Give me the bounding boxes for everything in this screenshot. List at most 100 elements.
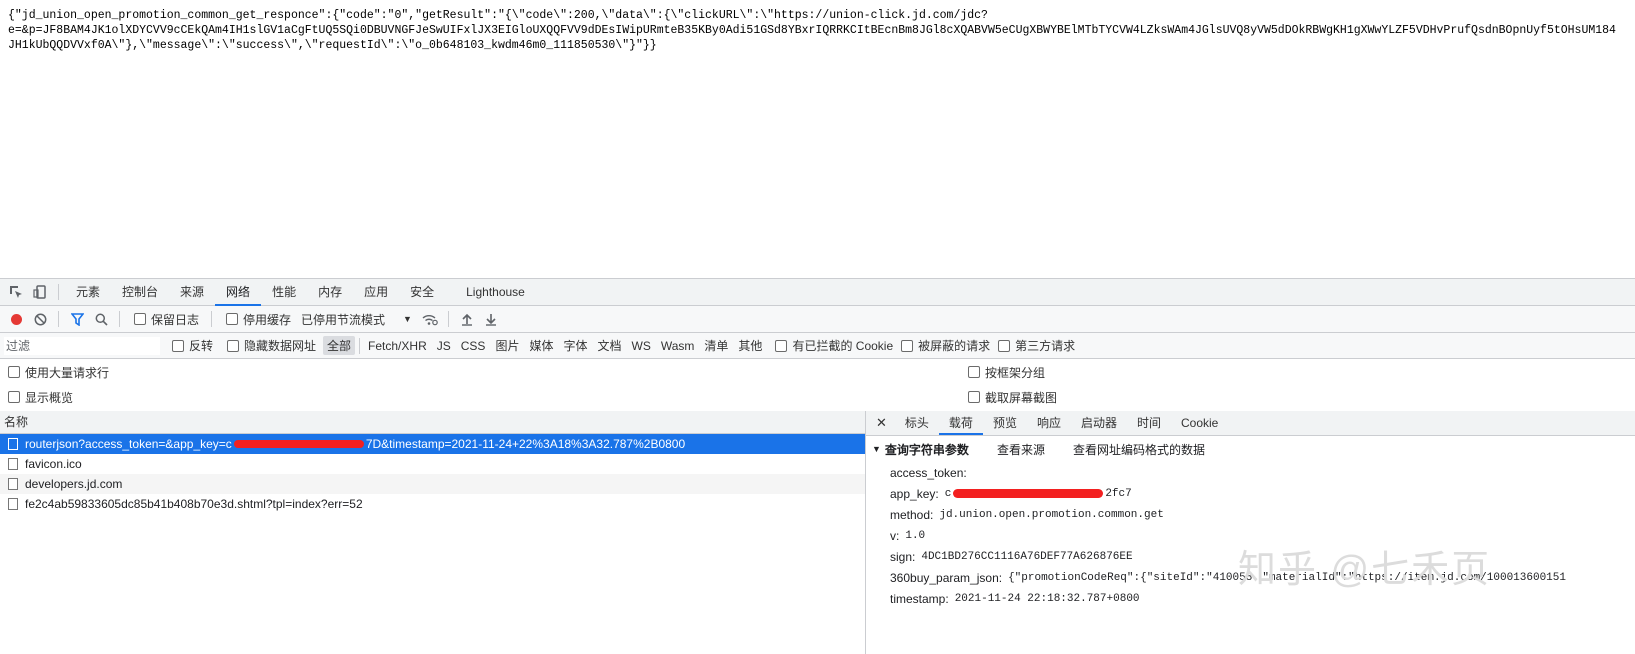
checkbox-box[interactable] (172, 339, 184, 352)
triangle-down-icon[interactable]: ▼ (872, 444, 881, 454)
group-by-frame-checkbox[interactable]: 按框架分组 (968, 364, 1045, 381)
tab-security[interactable]: 安全 (399, 279, 445, 306)
network-conditions-icon[interactable] (418, 307, 442, 331)
tab-preview[interactable]: 预览 (983, 411, 1027, 435)
type-filter-doc[interactable]: 文档 (593, 336, 625, 355)
type-filter-ws[interactable]: WS (628, 338, 655, 354)
checkbox-box[interactable] (227, 339, 240, 352)
type-filter-img[interactable]: 图片 (491, 336, 523, 355)
search-icon[interactable] (89, 307, 113, 331)
checkbox-box[interactable] (226, 313, 239, 325)
tab-initiator[interactable]: 启动器 (1071, 411, 1127, 435)
network-settings: 使用大量请求行 显示概览 按框架分组 截取屏幕截图 (0, 359, 1635, 412)
checkbox-box[interactable] (968, 391, 980, 403)
request-row-shtml[interactable]: fe2c4ab59833605dc85b41b408b70e3d.shtml?t… (0, 494, 865, 514)
third-party-checkbox[interactable]: 第三方请求 (998, 337, 1075, 354)
type-filter-js[interactable]: JS (433, 338, 455, 354)
third-party-label: 第三方请求 (1015, 339, 1076, 353)
filter-bar: 反转 隐藏数据网址 全部 Fetch/XHR JS CSS 图片 媒体 字体 文… (0, 333, 1635, 359)
section-title: 查询字符串参数 (884, 442, 969, 457)
checkbox-box[interactable] (901, 339, 914, 352)
checkbox-box[interactable] (968, 366, 980, 378)
invert-checkbox[interactable]: 反转 (172, 337, 213, 354)
blocked-cookies-checkbox[interactable]: 有已拦截的 Cookie (775, 337, 893, 354)
export-har-icon[interactable] (479, 307, 503, 331)
type-filter-fetch-xhr[interactable]: Fetch/XHR (364, 338, 431, 354)
toolbar-divider (58, 284, 59, 300)
query-params-header[interactable]: ▼ 查询字符串参数 查看来源 查看网址编码格式的数据 (866, 436, 1635, 462)
param-value-tail: 2fc7 (1105, 487, 1132, 500)
type-filter-all[interactable]: 全部 (323, 336, 356, 355)
view-source-button[interactable]: 查看来源 (997, 441, 1045, 458)
filter-input[interactable] (4, 336, 160, 355)
tab-sources[interactable]: 来源 (169, 279, 215, 306)
preserve-log-checkbox[interactable]: 保留日志 (134, 311, 199, 328)
tab-lighthouse[interactable]: Lighthouse (455, 279, 536, 306)
filter-icon[interactable] (65, 307, 89, 331)
param-value: {"promotionCodeReq":{"siteId":"410058 (1008, 571, 1253, 584)
capture-screenshots-label: 截取屏幕截图 (985, 390, 1058, 405)
tab-timing[interactable]: 时间 (1127, 411, 1171, 435)
close-icon[interactable]: ✕ (866, 415, 895, 431)
large-rows-checkbox[interactable]: 使用大量请求行 (8, 364, 109, 381)
checkbox-box[interactable] (134, 313, 146, 325)
toolbar-divider (119, 311, 120, 327)
view-url-encoded-button[interactable]: 查看网址编码格式的数据 (1073, 441, 1205, 458)
param-app-key: app_key: c 2fc7 (866, 483, 1635, 504)
type-filter-font[interactable]: 字体 (559, 336, 591, 355)
throttling-value: 已停用节流模式 (301, 312, 386, 327)
tab-application[interactable]: 应用 (353, 279, 399, 306)
param-key: timestamp: (890, 591, 949, 606)
devtools-tabbar: 元素 控制台 来源 网络 性能 内存 应用 安全 Lighthouse (0, 278, 1635, 306)
param-value: 1.0 (905, 529, 926, 542)
blocked-requests-checkbox[interactable]: 被屏蔽的请求 (901, 337, 990, 354)
record-dot (10, 313, 22, 325)
tab-network[interactable]: 网络 (215, 279, 262, 306)
json-response-body: {"jd_union_open_promotion_common_get_res… (8, 9, 1616, 52)
group-by-frame-label: 按框架分组 (985, 365, 1046, 380)
request-row-routerjson[interactable]: routerjson?access_token=&app_key=c 7D&ti… (0, 434, 865, 454)
checkbox-box[interactable] (8, 366, 20, 378)
param-key: method: (890, 507, 934, 522)
type-filter-media[interactable]: 媒体 (525, 336, 557, 355)
preserve-log-label: 保留日志 (151, 312, 200, 327)
request-name-tail: 7D&timestamp=2021-11-24+22%3A18%3A32.787… (365, 437, 686, 451)
capture-screenshots-checkbox[interactable]: 截取屏幕截图 (968, 389, 1057, 406)
checkbox-box[interactable] (775, 339, 788, 352)
tab-elements[interactable]: 元素 (65, 279, 111, 306)
type-filter-css[interactable]: CSS (457, 338, 490, 354)
blocked-cookies-label: 有已拦截的 Cookie (792, 339, 894, 353)
tab-cookies[interactable]: Cookie (1171, 411, 1228, 435)
clear-icon[interactable] (28, 307, 52, 331)
request-row-favicon[interactable]: favicon.ico (0, 454, 865, 474)
request-name: fe2c4ab59833605dc85b41b408b70e3d.shtml?t… (25, 497, 363, 511)
import-har-icon[interactable] (455, 307, 479, 331)
type-filter-manifest[interactable]: 清单 (700, 336, 732, 355)
param-key: sign: (890, 549, 916, 564)
tab-headers[interactable]: 标头 (895, 411, 939, 435)
tab-console[interactable]: 控制台 (111, 279, 169, 306)
record-icon[interactable] (4, 307, 28, 331)
devtools-panel: 元素 控制台 来源 网络 性能 内存 应用 安全 Lighthouse 保留日志… (0, 278, 1635, 654)
request-name: routerjson?access_token=&app_key=c (25, 437, 232, 451)
show-overview-checkbox[interactable]: 显示概览 (8, 389, 73, 406)
checkbox-box[interactable] (998, 339, 1011, 352)
document-icon (8, 438, 18, 450)
disable-cache-checkbox[interactable]: 停用缓存 (226, 311, 291, 328)
param-access-token: access_token: (866, 462, 1635, 483)
type-filter-other[interactable]: 其他 (734, 336, 766, 355)
name-column-header[interactable]: 名称 (0, 411, 865, 434)
checkbox-box[interactable] (8, 391, 20, 403)
param-value: c (944, 487, 952, 500)
param-value: jd.union.open.promotion.common.get (939, 508, 1164, 521)
tab-performance[interactable]: 性能 (261, 279, 307, 306)
inspect-element-icon[interactable] (4, 280, 28, 304)
device-toolbar-icon[interactable] (28, 280, 52, 304)
throttling-select[interactable]: 已停用节流模式 ▼ (301, 311, 412, 328)
tab-payload[interactable]: 载荷 (938, 411, 983, 435)
hide-data-urls-checkbox[interactable]: 隐藏数据网址 (227, 337, 316, 354)
type-filter-wasm[interactable]: Wasm (657, 338, 699, 354)
tab-response[interactable]: 响应 (1027, 411, 1071, 435)
request-row-developers[interactable]: developers.jd.com (0, 474, 865, 494)
tab-memory[interactable]: 内存 (307, 279, 353, 306)
